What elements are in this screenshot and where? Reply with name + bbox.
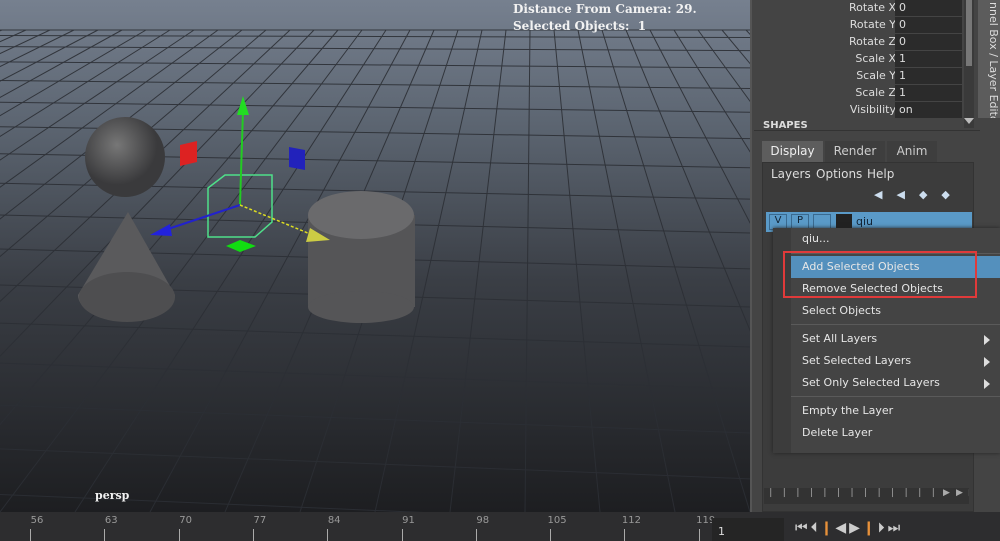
hud-distance: Distance From Camera: 29. xyxy=(513,2,697,16)
timeline-tick xyxy=(550,529,552,541)
menu-help[interactable]: Help xyxy=(867,167,894,181)
new-layer-icon[interactable]: ◆ xyxy=(919,188,941,201)
timeline-tick-label: 112 xyxy=(621,515,641,526)
timeline-tick xyxy=(30,529,31,541)
channel-label: Visibility xyxy=(849,103,896,116)
menu-item-set-only-selected-layers[interactable]: Set Only Selected Layers xyxy=(791,372,1000,394)
sphere[interactable] xyxy=(85,117,165,197)
go-to-start-icon[interactable]: ⏮ xyxy=(795,520,811,536)
submenu-arrow-icon xyxy=(984,335,990,345)
menu-item-select-objects[interactable]: Select Objects xyxy=(791,300,1000,322)
channel-value-field[interactable]: 0 xyxy=(895,34,962,50)
timeline-tick xyxy=(327,529,329,541)
menu-item-set-all-layers[interactable]: Set All Layers xyxy=(791,328,1000,350)
scene xyxy=(0,29,750,512)
channel-row[interactable]: Scale X1 xyxy=(754,51,964,68)
timeline-tick xyxy=(178,529,180,541)
shapes-section[interactable]: SHAPES xyxy=(763,120,808,129)
channel-row[interactable]: Scale Z1 xyxy=(754,85,964,102)
hud-selected-objects: Selected Objects: 1 xyxy=(513,19,647,33)
play-forwards-icon[interactable]: ▶ xyxy=(849,520,863,536)
step-back-frame-icon[interactable]: ⏴ xyxy=(811,520,821,536)
menu-options[interactable]: Options xyxy=(816,167,862,181)
new-layer-selected-icon[interactable]: ◆ xyxy=(941,188,963,201)
channel-value-field[interactable]: on xyxy=(895,102,962,118)
perspective-viewport[interactable]: Distance From Camera: 29. Selected Objec… xyxy=(0,0,752,512)
timeline-tick-label: 105 xyxy=(547,515,567,526)
menu-item-set-selected-layers[interactable]: Set Selected Layers xyxy=(791,350,1000,372)
timeline-tick xyxy=(698,529,700,541)
annotation-highlight-box xyxy=(783,251,977,298)
channel-value-field[interactable]: 1 xyxy=(895,51,962,67)
timeline-tick xyxy=(104,529,106,541)
current-frame-field[interactable]: 1 xyxy=(712,518,784,541)
tab-anim[interactable]: Anim xyxy=(887,141,937,162)
label: Set Selected Layers xyxy=(802,354,912,367)
channel-row[interactable]: Rotate Z0 xyxy=(754,34,964,51)
time-slider[interactable]: 56 63 70 77 84 91 98 105 112 119 1 ⏮⏴❙◀▶❙⏵⏭ xyxy=(0,512,1000,541)
timeline-tick xyxy=(252,529,254,541)
timeline-tick-label: 91 xyxy=(402,515,415,526)
timeline-tick-label: 98 xyxy=(476,515,490,526)
timeline-tick-label: 84 xyxy=(327,515,341,526)
camera-label: persp xyxy=(95,489,130,502)
channel-value-field[interactable]: 1 xyxy=(895,68,962,84)
timeline-tick-label: 63 xyxy=(104,515,118,526)
timeline-tick-label: 70 xyxy=(179,515,192,526)
channel-label: Rotate Y xyxy=(849,18,896,31)
label: Set All Layers xyxy=(802,332,878,345)
go-to-end-icon[interactable]: ⏭ xyxy=(888,520,904,536)
submenu-arrow-icon xyxy=(984,379,990,389)
label: Set Only Selected Layers xyxy=(802,376,940,389)
menu-item-empty-layer[interactable]: Empty the Layer xyxy=(791,400,1000,422)
step-forward-key-icon[interactable]: ❙ xyxy=(863,520,878,536)
timeline-tick-label: 77 xyxy=(253,515,267,526)
layer-name[interactable]: qiu xyxy=(856,215,873,228)
menu-item-delete-layer[interactable]: Delete Layer xyxy=(791,422,1000,444)
submenu-arrow-icon xyxy=(984,357,990,367)
channel-value-field[interactable]: 1 xyxy=(895,85,962,101)
channel-label: Scale Z xyxy=(855,86,896,99)
channel-row[interactable]: Scale Y1 xyxy=(754,68,964,85)
channel-row[interactable]: Visibility on xyxy=(754,102,964,119)
move-layer-up-icon[interactable]: ◀ xyxy=(874,188,896,201)
layer-scrollbar[interactable]: ❘❘❘❘❘❘❘❘❘❘❘❘❘▶▶▶ xyxy=(764,488,969,504)
channel-box-side-tab[interactable]: nnel Box / Layer Editor xyxy=(978,0,1000,118)
step-forward-frame-icon[interactable]: ⏵ xyxy=(878,520,888,536)
channel-row[interactable]: Rotate Y0 xyxy=(754,17,964,34)
timeline-tick xyxy=(475,529,477,541)
timeline-tick xyxy=(401,529,403,541)
timeline-tick xyxy=(624,529,626,541)
channel-row[interactable]: Rotate X0 xyxy=(754,0,964,17)
tab-render[interactable]: Render xyxy=(825,141,885,162)
play-backwards-icon[interactable]: ◀ xyxy=(835,520,849,536)
timeline-tick-label: 56 xyxy=(30,515,44,526)
tab-display[interactable]: Display xyxy=(762,141,823,162)
menu-item-layer-attributes[interactable]: qiu... xyxy=(791,228,1000,250)
channel-value-field[interactable]: 0 xyxy=(895,17,962,33)
channel-label: Scale X xyxy=(855,52,896,65)
cone[interactable] xyxy=(78,212,175,322)
move-layer-down-icon[interactable]: ◀ xyxy=(896,188,918,201)
menu-layers[interactable]: Layers xyxy=(771,167,811,181)
channel-scrollbar[interactable] xyxy=(964,0,974,128)
step-back-key-icon[interactable]: ❙ xyxy=(821,520,836,536)
channel-label: Scale Y xyxy=(856,69,896,82)
channel-value-field[interactable]: 0 xyxy=(895,0,962,16)
layer-context-menu: qiu... Add Selected Objects Remove Selec… xyxy=(773,228,1000,453)
cylinder[interactable] xyxy=(308,191,415,323)
channel-label: Rotate X xyxy=(848,1,896,14)
channel-label: Rotate Z xyxy=(848,35,896,48)
